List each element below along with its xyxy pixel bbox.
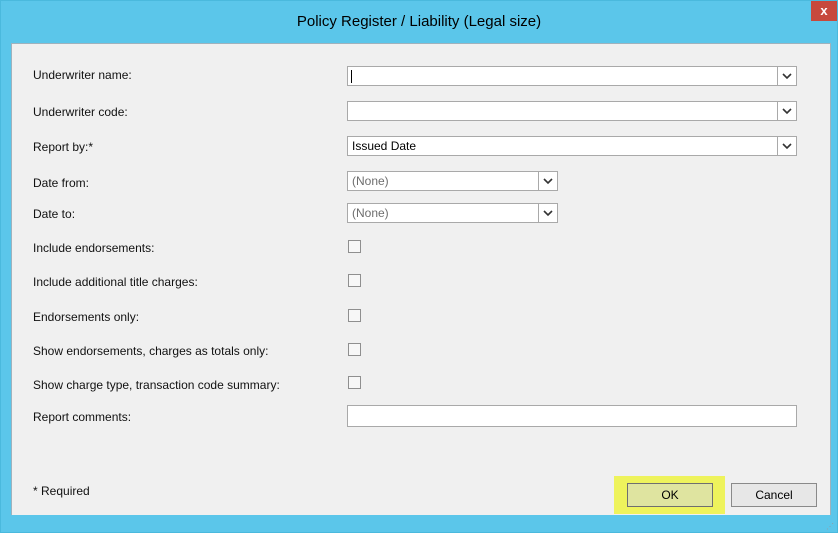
underwriter-code-dropdown[interactable]: [347, 101, 797, 121]
endorsements-only-checkbox[interactable]: [348, 309, 361, 322]
date-to-dropdown[interactable]: (None): [347, 203, 558, 223]
include-additional-title-charges-checkbox[interactable]: [348, 274, 361, 287]
include-endorsements-checkbox[interactable]: [348, 240, 361, 253]
date-to-value: (None): [352, 206, 389, 220]
resize-grip-icon[interactable]: ⋰: [826, 522, 834, 531]
window-bottom-border: [1, 515, 837, 532]
date-from-label: Date from:: [33, 176, 90, 190]
endorsements-only-label: Endorsements only:: [33, 310, 140, 324]
report-comments-input[interactable]: [347, 405, 797, 427]
report-by-value: Issued Date: [352, 139, 417, 153]
underwriter-name-label: Underwriter name:: [33, 68, 132, 82]
report-comments-label: Report comments:: [33, 410, 132, 424]
include-additional-title-charges-label: Include additional title charges:: [33, 275, 198, 289]
show-charge-summary-checkbox[interactable]: [348, 376, 361, 389]
show-charge-summary-label: Show charge type, transaction code summa…: [33, 378, 280, 392]
underwriter-code-label: Underwriter code:: [33, 105, 128, 119]
required-note: * Required: [33, 484, 90, 498]
report-by-dropdown[interactable]: Issued Date: [347, 136, 797, 156]
text-caret: [351, 70, 352, 83]
chevron-down-icon[interactable]: [777, 67, 796, 85]
underwriter-name-dropdown[interactable]: [347, 66, 797, 86]
dialog-title: Policy Register / Liability (Legal size): [296, 13, 542, 30]
title-bar[interactable]: Policy Register / Liability (Legal size)…: [1, 1, 837, 43]
date-to-label: Date to:: [33, 207, 76, 221]
close-button[interactable]: x: [811, 1, 837, 21]
show-totals-only-label: Show endorsements, charges as totals onl…: [33, 344, 269, 358]
include-endorsements-label: Include endorsements:: [33, 241, 155, 255]
chevron-down-icon[interactable]: [538, 204, 557, 222]
cancel-button[interactable]: Cancel: [731, 483, 817, 507]
ok-button[interactable]: OK: [627, 483, 713, 507]
date-from-value: (None): [352, 174, 389, 188]
close-icon: x: [820, 3, 828, 18]
show-totals-only-checkbox[interactable]: [348, 343, 361, 356]
report-by-label: Report by:*: [33, 140, 94, 154]
chevron-down-icon[interactable]: [777, 137, 796, 155]
chevron-down-icon[interactable]: [777, 102, 796, 120]
chevron-down-icon[interactable]: [538, 172, 557, 190]
date-from-dropdown[interactable]: (None): [347, 171, 558, 191]
